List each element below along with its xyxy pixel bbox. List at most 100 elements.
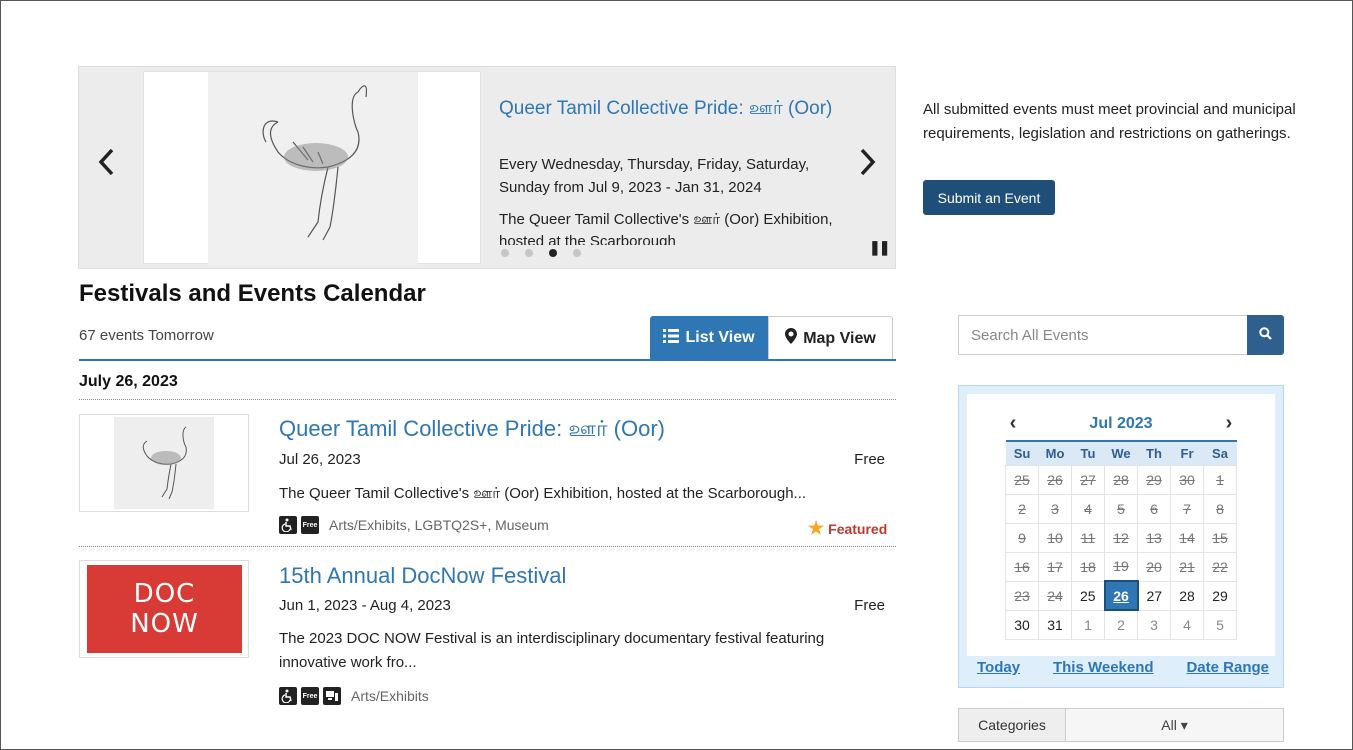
calendar-next-icon[interactable]: › <box>1219 412 1239 435</box>
date-calendar: ‹ Jul 2023 › Su Mo Tu We Th Fr Sa 25 26 … <box>958 385 1284 688</box>
event-description: The Queer Tamil Collective's ஊர் (Oor) E… <box>279 485 807 502</box>
week-row: 9 10 11 12 13 14 15 <box>1005 522 1237 553</box>
search-icon <box>1259 327 1272 343</box>
week-row: 16 17 18 19 20 21 22 <box>1005 551 1237 582</box>
carousel-event-title[interactable]: Queer Tamil Collective Pride: ஊர் (Oor) <box>499 97 839 121</box>
event-tags: Free Arts/Exhibits, LGBTQ2S+, Museum <box>279 516 549 534</box>
carousel-dot[interactable] <box>573 249 581 257</box>
this-weekend-link[interactable]: This Weekend <box>1053 659 1154 676</box>
event-thumbnail[interactable] <box>79 414 249 512</box>
tab-list-view-label: List View <box>685 329 755 346</box>
calendar-day-selected[interactable]: 26 <box>1103 580 1139 611</box>
calendar-day[interactable]: 6 <box>1137 493 1171 524</box>
logo-line-doc: DOC <box>133 579 196 609</box>
calendar-day[interactable]: 25 <box>1005 464 1039 495</box>
event-price: Free <box>854 597 885 614</box>
free-badge-icon: Free <box>301 687 319 705</box>
calendar-day[interactable]: 7 <box>1170 493 1204 524</box>
free-badge-icon: Free <box>301 516 319 534</box>
calendar-quick-links: Today This Weekend Date Range <box>977 659 1269 676</box>
calendar-month: Jul 2023 <box>1089 414 1153 432</box>
list-icon <box>663 328 680 348</box>
weekday: Th <box>1137 440 1171 465</box>
calendar-day[interactable]: 1 <box>1203 464 1237 495</box>
calendar-day[interactable]: 3 <box>1038 493 1072 524</box>
calendar-day[interactable]: 23 <box>1005 580 1039 611</box>
tab-list-view[interactable]: List View <box>650 316 768 360</box>
carousel-prev-icon[interactable] <box>97 147 115 183</box>
calendar-day[interactable]: 4 <box>1071 493 1105 524</box>
carousel-dot-active[interactable] <box>549 249 557 257</box>
calendar-day[interactable]: 2 <box>1005 493 1039 524</box>
calendar-day[interactable]: 5 <box>1203 609 1237 640</box>
date-heading: July 26, 2023 <box>79 373 178 390</box>
calendar-day[interactable]: 22 <box>1203 551 1237 582</box>
event-description: The 2023 DOC NOW Festival is an interdis… <box>279 630 825 671</box>
calendar-day[interactable]: 10 <box>1038 522 1072 553</box>
date-range-link[interactable]: Date Range <box>1186 659 1269 676</box>
week-row: 30 31 1 2 3 4 5 <box>1005 609 1237 640</box>
calendar-day[interactable]: 1 <box>1071 609 1105 640</box>
calendar-day[interactable]: 30 <box>1170 464 1204 495</box>
submit-event-button[interactable]: Submit an Event <box>923 180 1055 215</box>
calendar-day[interactable]: 11 <box>1071 522 1105 553</box>
calendar-day[interactable]: 19 <box>1104 551 1138 582</box>
carousel-image[interactable] <box>143 71 481 265</box>
calendar-day[interactable]: 17 <box>1038 551 1072 582</box>
calendar-day[interactable]: 18 <box>1071 551 1105 582</box>
view-tabs: List View Map View <box>650 316 893 360</box>
calendar-day[interactable]: 29 <box>1137 464 1171 495</box>
calendar-day[interactable]: 27 <box>1071 464 1105 495</box>
weekday: Su <box>1005 440 1039 465</box>
docnow-logo: DOC NOW <box>87 565 242 653</box>
event-title[interactable]: 15th Annual DocNow Festival <box>279 563 566 589</box>
weekday: Fr <box>1170 440 1204 465</box>
carousel-dot[interactable] <box>525 249 533 257</box>
calendar-day[interactable]: 15 <box>1203 522 1237 553</box>
calendar-day[interactable]: 12 <box>1104 522 1138 553</box>
calendar-day[interactable]: 27 <box>1137 580 1171 611</box>
search-button[interactable] <box>1247 315 1284 355</box>
calendar-day[interactable]: 20 <box>1137 551 1171 582</box>
calendar-day[interactable]: 2 <box>1104 609 1138 640</box>
rooster-thumbnail <box>114 417 214 509</box>
carousel-dot[interactable] <box>501 249 509 257</box>
event-title[interactable]: Queer Tamil Collective Pride: ஊர் (Oor) <box>279 416 665 445</box>
tab-map-view[interactable]: Map View <box>768 316 893 360</box>
calendar-day[interactable]: 14 <box>1170 522 1204 553</box>
calendar-day[interactable]: 13 <box>1137 522 1171 553</box>
calendar-day[interactable]: 9 <box>1005 522 1039 553</box>
calendar-day[interactable]: 28 <box>1170 580 1204 611</box>
calendar-day[interactable]: 28 <box>1104 464 1138 495</box>
event-thumbnail[interactable]: DOC NOW <box>79 560 249 658</box>
carousel-event-dates: Every Wednesday, Thursday, Friday, Satur… <box>499 156 810 196</box>
search-input[interactable] <box>958 315 1247 355</box>
weekday: Tu <box>1071 440 1105 465</box>
calendar-day[interactable]: 8 <box>1203 493 1237 524</box>
carousel-next-icon[interactable] <box>859 147 877 183</box>
categories-dropdown[interactable]: All ▾ <box>1066 708 1284 742</box>
calendar-day[interactable]: 4 <box>1170 609 1204 640</box>
submission-notice: All submitted events must meet provincia… <box>923 101 1296 142</box>
calendar-day[interactable]: 21 <box>1170 551 1204 582</box>
calendar-day[interactable]: 31 <box>1038 609 1072 640</box>
calendar-day[interactable]: 29 <box>1203 580 1237 611</box>
calendar-day[interactable]: 30 <box>1005 609 1039 640</box>
week-row: 25 26 27 28 29 30 1 <box>1005 464 1237 495</box>
event-date: Jul 26, 2023 <box>279 451 361 468</box>
week-row: 23 24 25 26 27 28 29 <box>1005 580 1237 611</box>
carousel-pause-icon[interactable]: ❚❚ <box>869 239 891 256</box>
event-tags: Free Arts/Exhibits <box>279 687 429 705</box>
calendar-day[interactable]: 16 <box>1005 551 1039 582</box>
today-link[interactable]: Today <box>977 659 1020 676</box>
calendar-day[interactable]: 26 <box>1038 464 1072 495</box>
calendar-day[interactable]: 3 <box>1137 609 1171 640</box>
calendar-grid: Su Mo Tu We Th Fr Sa 25 26 27 28 29 30 1… <box>1005 440 1237 640</box>
calendar-prev-icon[interactable]: ‹ <box>1003 412 1023 435</box>
tab-map-view-label: Map View <box>803 329 876 347</box>
event-categories: Arts/Exhibits <box>351 688 429 704</box>
calendar-day[interactable]: 24 <box>1038 580 1072 611</box>
map-marker-icon <box>785 328 798 349</box>
calendar-day[interactable]: 25 <box>1071 580 1105 611</box>
calendar-day[interactable]: 5 <box>1104 493 1138 524</box>
